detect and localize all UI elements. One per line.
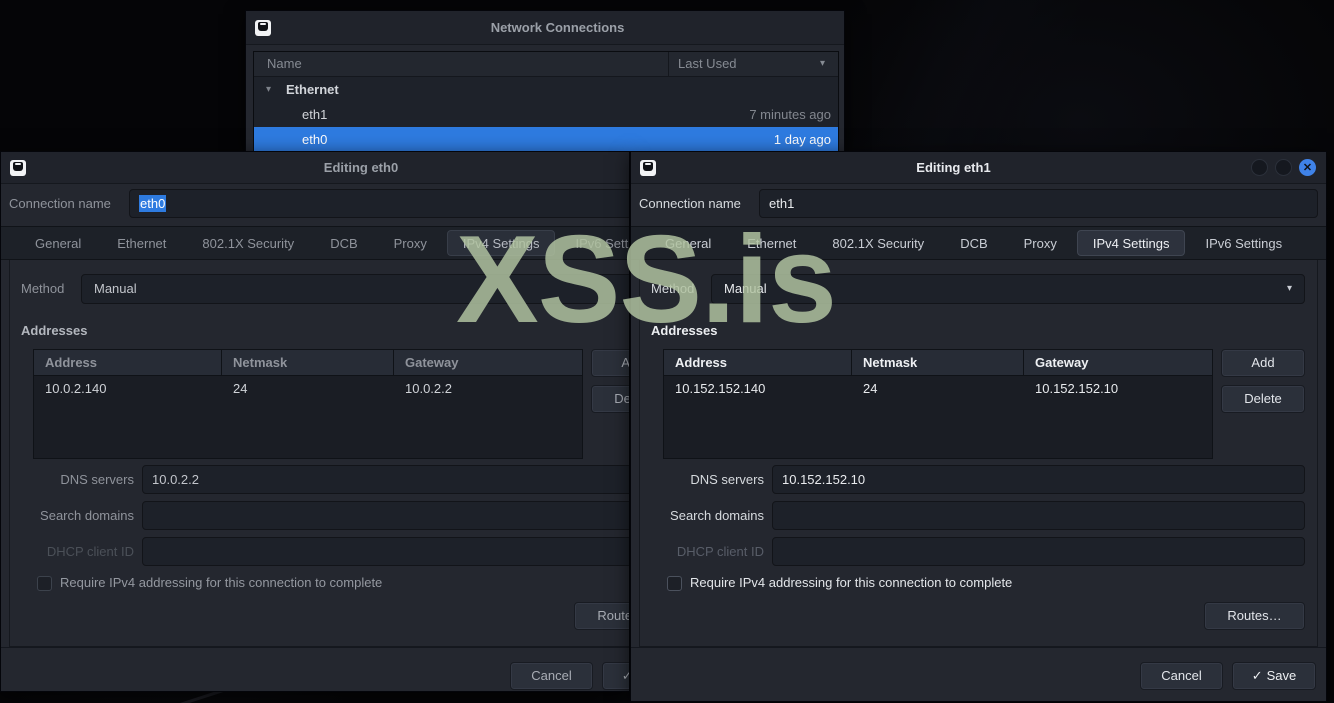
- window-title: Editing eth1: [916, 160, 991, 175]
- minimize-button[interactable]: [1251, 159, 1268, 176]
- cancel-button[interactable]: Cancel: [510, 662, 593, 690]
- method-label: Method: [21, 281, 65, 296]
- tab-proxy[interactable]: Proxy: [378, 230, 443, 256]
- dns-servers-label: DNS servers: [60, 472, 134, 487]
- method-dropdown[interactable]: Manual ▾: [711, 274, 1305, 304]
- column-name[interactable]: Name: [254, 52, 668, 76]
- window-editing-eth0: Editing eth0 Connection name eth0 Genera…: [0, 151, 630, 692]
- add-button[interactable]: Add: [591, 349, 629, 377]
- routes-button[interactable]: Routes…: [574, 602, 629, 630]
- tab-ethernet[interactable]: Ethernet: [731, 230, 812, 256]
- save-button[interactable]: ✓Save: [602, 662, 629, 690]
- table-row[interactable]: 10.152.152.140 24 10.152.152.10: [664, 376, 1212, 402]
- tab-proxy[interactable]: Proxy: [1008, 230, 1073, 256]
- tab-dcb[interactable]: DCB: [314, 230, 373, 256]
- search-domains-label: Search domains: [670, 508, 764, 523]
- titlebar[interactable]: Editing eth0: [1, 152, 629, 184]
- desktop: Network Connections Name Last Used ▾ ▾ E…: [0, 0, 1334, 703]
- dhcp-client-id-input[interactable]: [772, 537, 1305, 566]
- app-icon: [10, 159, 26, 176]
- dhcp-client-id-label: DHCP client ID: [46, 544, 134, 559]
- tab-ipv6-settings[interactable]: IPv6 Settings: [559, 230, 629, 256]
- addresses-table[interactable]: Address Netmask Gateway 10.0.2.140 24 10…: [33, 349, 583, 459]
- divider: [631, 647, 1326, 648]
- tab-ipv4-settings[interactable]: IPv4 Settings: [446, 230, 556, 256]
- tab-ipv6-settings[interactable]: IPv6 Settings: [1189, 230, 1298, 256]
- save-button[interactable]: ✓Save: [1232, 662, 1316, 690]
- list-group-ethernet[interactable]: ▾ Ethernet: [254, 77, 838, 102]
- tab-ipv4-settings[interactable]: IPv4 Settings: [1076, 230, 1186, 256]
- add-button[interactable]: Add: [1221, 349, 1305, 377]
- table-header: Address Netmask Gateway: [34, 350, 582, 376]
- app-icon: [640, 159, 656, 176]
- dhcp-client-id-input[interactable]: [142, 537, 629, 566]
- list-item-eth1[interactable]: eth1 7 minutes ago: [254, 102, 838, 127]
- list-item-eth0[interactable]: eth0 1 day ago: [254, 127, 838, 152]
- dns-servers-label: DNS servers: [690, 472, 764, 487]
- titlebar[interactable]: Network Connections: [246, 11, 844, 45]
- tab-dcb[interactable]: DCB: [944, 230, 1003, 256]
- close-button[interactable]: ✕: [1299, 159, 1316, 176]
- window-title: Editing eth0: [323, 160, 399, 175]
- search-domains-input[interactable]: [772, 501, 1305, 530]
- tab-ethernet[interactable]: Ethernet: [101, 230, 182, 256]
- tab-general[interactable]: General: [649, 230, 727, 256]
- column-last-used[interactable]: Last Used ▾: [668, 52, 838, 76]
- app-icon: [255, 19, 271, 36]
- tab-bar: General Ethernet 802.1X Security DCB Pro…: [1, 226, 629, 260]
- connection-name-label: Connection name: [9, 196, 111, 211]
- routes-button[interactable]: Routes…: [1204, 602, 1305, 630]
- tab-8021x-security[interactable]: 802.1X Security: [816, 230, 940, 256]
- addresses-heading: Addresses: [651, 323, 718, 338]
- delete-button[interactable]: Delete: [591, 385, 629, 413]
- divider: [1, 647, 629, 648]
- selected-text: eth0: [139, 195, 167, 212]
- table-header: Address Netmask Gateway: [664, 350, 1212, 376]
- check-icon: ✓: [622, 668, 629, 683]
- tab-8021x-security[interactable]: 802.1X Security: [186, 230, 310, 256]
- window-network-connections: Network Connections Name Last Used ▾ ▾ E…: [245, 10, 845, 211]
- list-header: Name Last Used ▾: [254, 52, 838, 77]
- dhcp-client-id-label: DHCP client ID: [676, 544, 764, 559]
- addresses-heading: Addresses: [21, 323, 88, 338]
- addresses-table[interactable]: Address Netmask Gateway 10.152.152.140 2…: [663, 349, 1213, 459]
- connection-name-input[interactable]: eth1: [759, 189, 1318, 218]
- method-label: Method: [651, 281, 695, 296]
- expander-icon[interactable]: ▾: [266, 77, 271, 102]
- tab-bar: General Ethernet 802.1X Security DCB Pro…: [631, 226, 1326, 260]
- require-ipv4-label: Require IPv4 addressing for this connect…: [60, 575, 383, 590]
- check-icon: ✓: [1251, 668, 1263, 683]
- titlebar[interactable]: Editing eth1 ✕: [631, 152, 1326, 184]
- window-title: Network Connections: [490, 20, 625, 35]
- require-ipv4-checkbox[interactable]: [667, 576, 682, 591]
- sort-arrow-icon: ▾: [819, 58, 825, 69]
- dns-servers-input[interactable]: 10.0.2.2: [142, 465, 629, 494]
- dns-servers-input[interactable]: 10.152.152.10: [772, 465, 1305, 494]
- delete-button[interactable]: Delete: [1221, 385, 1305, 413]
- dropdown-arrow-icon: ▾: [1286, 283, 1292, 294]
- cancel-button[interactable]: Cancel: [1140, 662, 1223, 690]
- search-domains-label: Search domains: [40, 508, 134, 523]
- maximize-button[interactable]: [1275, 159, 1292, 176]
- method-dropdown[interactable]: Manual ▾: [81, 274, 629, 304]
- connection-name-label: Connection name: [639, 196, 741, 211]
- search-domains-input[interactable]: [142, 501, 629, 530]
- table-row[interactable]: 10.0.2.140 24 10.0.2.2: [34, 376, 582, 402]
- require-ipv4-label: Require IPv4 addressing for this connect…: [690, 575, 1013, 590]
- tab-general[interactable]: General: [19, 230, 97, 256]
- window-editing-eth1: Editing eth1 ✕ Connection name eth1 Gene…: [630, 151, 1327, 702]
- require-ipv4-checkbox[interactable]: [37, 576, 52, 591]
- connection-name-input[interactable]: eth0: [129, 189, 629, 218]
